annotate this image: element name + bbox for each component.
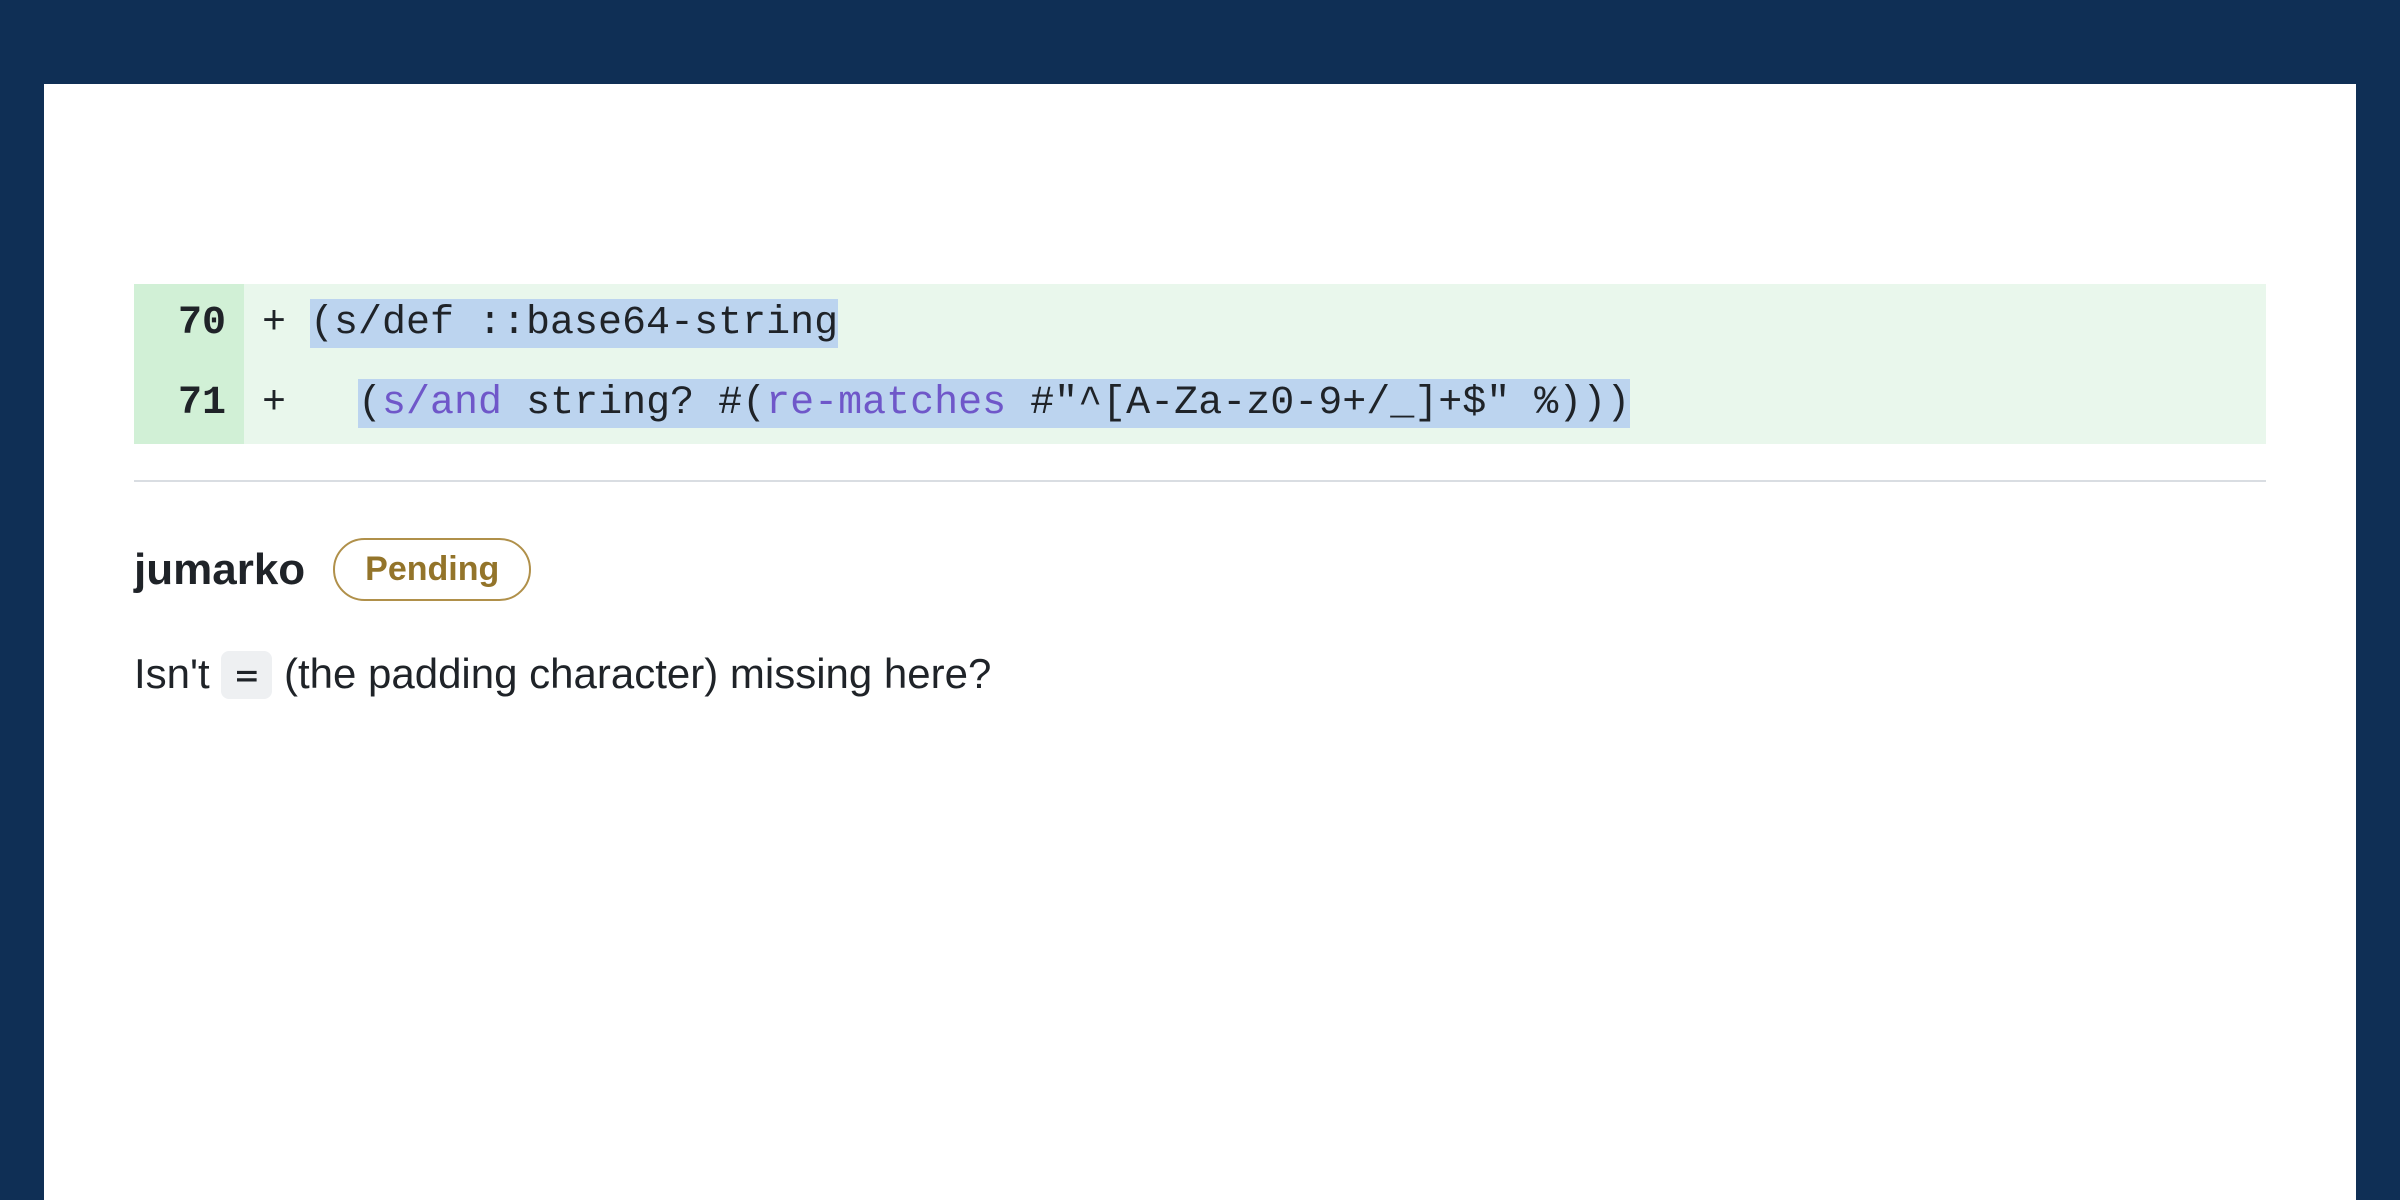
review-card: 70 + (s/def ::base64-string 71 + (s/and … bbox=[44, 84, 2356, 1200]
code-cell[interactable]: (s/and string? #(re-matches #"^[A-Za-z0-… bbox=[304, 364, 2266, 444]
diff-sign: + bbox=[244, 364, 304, 444]
comment-text: Isn't bbox=[134, 650, 221, 697]
comment-header: jumarko Pending bbox=[134, 538, 2266, 601]
code-fn: s/and bbox=[382, 381, 502, 426]
comment-body: Isn't = (the padding character) missing … bbox=[134, 645, 2266, 704]
comment-author[interactable]: jumarko bbox=[134, 545, 305, 595]
selection: (s/and string? #(re-matches #"^[A-Za-z0-… bbox=[358, 379, 1630, 428]
code-cell[interactable]: (s/def ::base64-string bbox=[304, 284, 2266, 364]
diff-block: 70 + (s/def ::base64-string 71 + (s/and … bbox=[134, 284, 2266, 444]
code-indent bbox=[310, 381, 358, 426]
comment-text: (the padding character) missing here? bbox=[284, 650, 991, 697]
line-number: 70 bbox=[134, 284, 244, 364]
code-fn: re-matches bbox=[766, 381, 1006, 426]
diff-row[interactable]: 70 + (s/def ::base64-string bbox=[134, 284, 2266, 364]
selection: (s/def ::base64-string bbox=[310, 299, 838, 348]
line-number: 71 bbox=[134, 364, 244, 444]
diff-row[interactable]: 71 + (s/and string? #(re-matches #"^[A-Z… bbox=[134, 364, 2266, 444]
divider bbox=[134, 480, 2266, 482]
diff-sign: + bbox=[244, 284, 304, 364]
status-badge: Pending bbox=[333, 538, 531, 601]
inline-code: = bbox=[221, 651, 272, 699]
